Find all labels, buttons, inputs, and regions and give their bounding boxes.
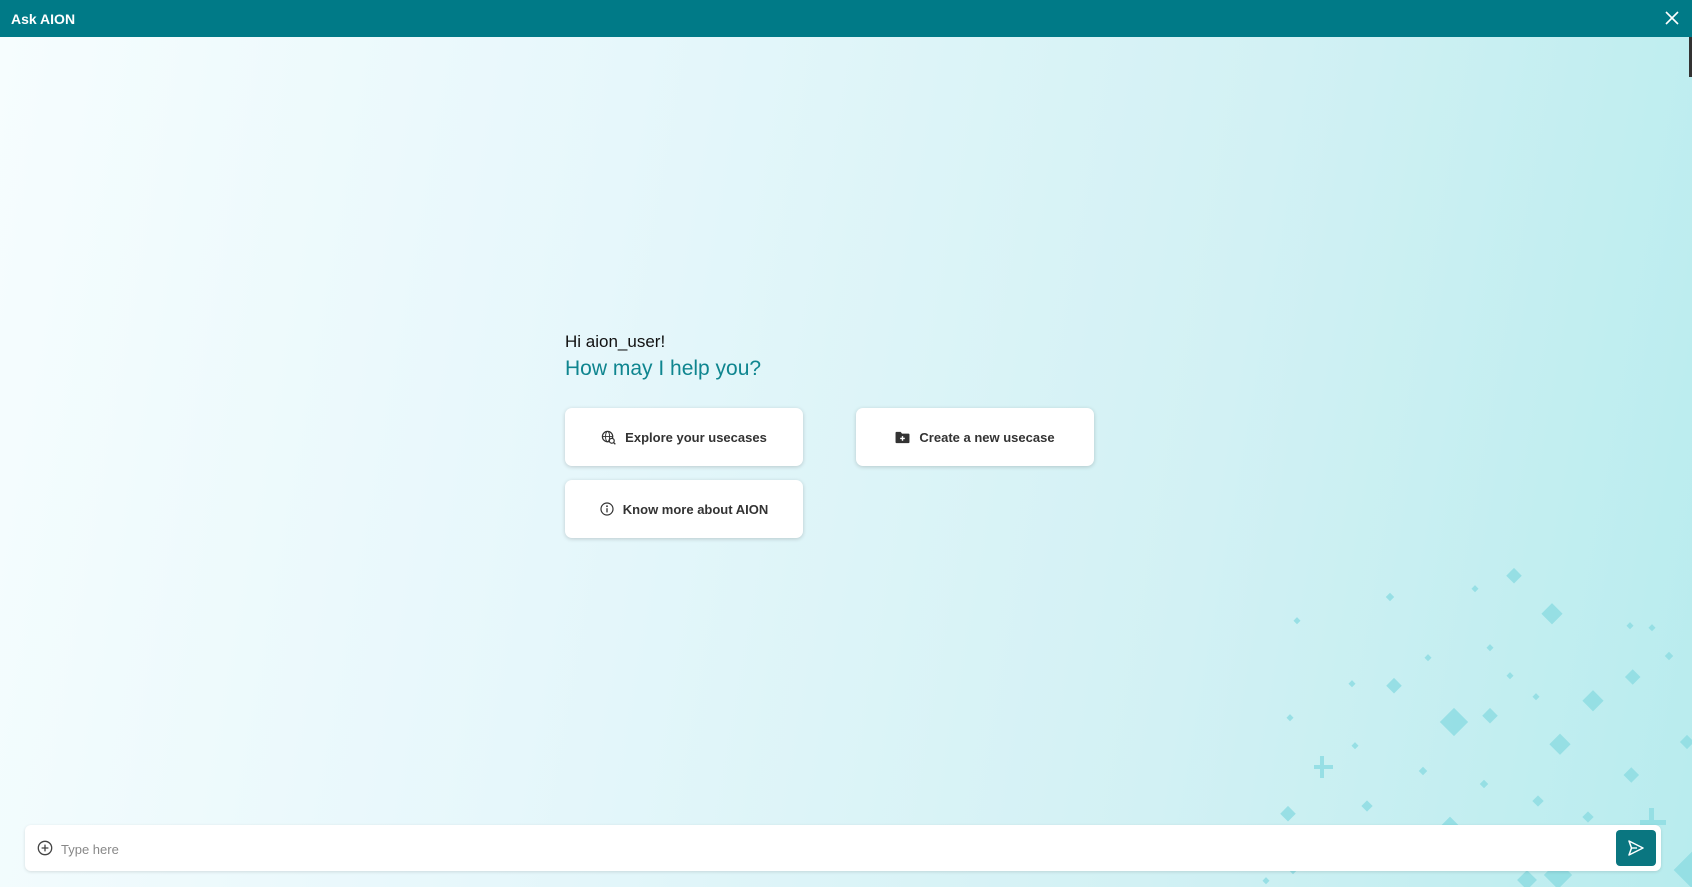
info-icon (600, 502, 614, 516)
explore-usecases-button[interactable]: Explore your usecases (565, 408, 803, 466)
message-composer (25, 825, 1661, 871)
title-bar: Ask AION (0, 0, 1692, 37)
send-icon (1628, 840, 1644, 856)
message-input[interactable] (59, 833, 1613, 865)
know-more-button[interactable]: Know more about AION (565, 480, 803, 538)
greeting-text: Hi aion_user! (565, 332, 666, 351)
globe-search-icon (601, 430, 616, 445)
know-more-label: Know more about AION (622, 501, 769, 517)
explore-usecases-label: Explore your usecases (625, 429, 767, 445)
help-headline: How may I help you? (565, 357, 762, 380)
close-button[interactable] (1662, 8, 1682, 28)
plus-circle-icon[interactable] (37, 840, 53, 856)
window-title: Ask AION (11, 10, 76, 27)
folder-plus-icon (895, 431, 910, 443)
close-icon (1665, 11, 1679, 25)
create-usecase-button[interactable]: Create a new usecase (856, 408, 1094, 466)
create-usecase-label: Create a new usecase (919, 429, 1055, 445)
send-button[interactable] (1616, 830, 1656, 866)
